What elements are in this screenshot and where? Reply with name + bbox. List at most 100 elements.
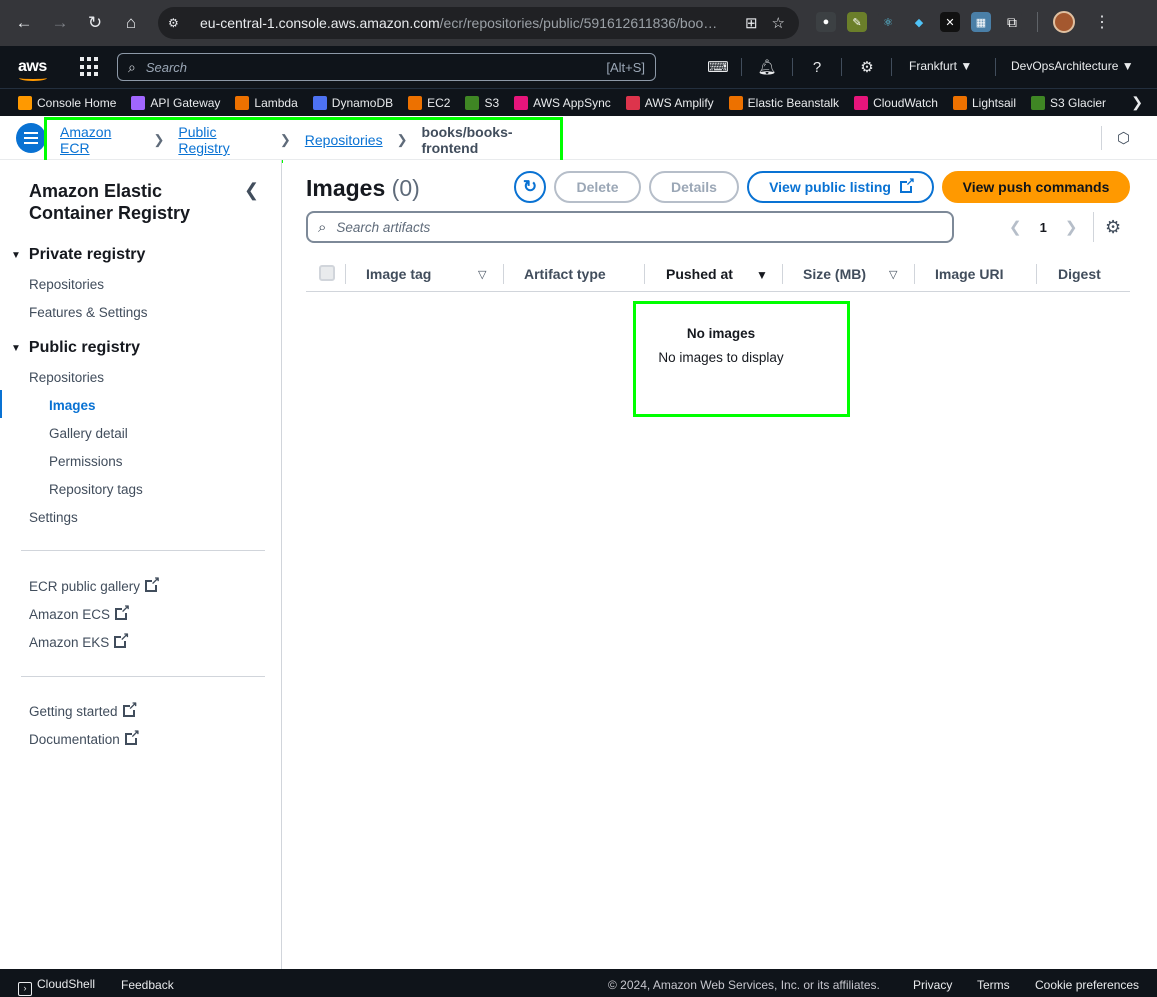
service-icon	[514, 95, 529, 110]
column-header-digest[interactable]: Digest	[1058, 266, 1101, 282]
extension-icon[interactable]: ✕	[940, 12, 960, 32]
sort-icon[interactable]: ▽	[478, 268, 486, 281]
favorite-lambda[interactable]: Lambda	[235, 95, 298, 110]
sidenav-title[interactable]: Amazon Elastic Container Registry	[29, 180, 229, 224]
bookmark-star-icon[interactable]: ☆	[772, 14, 785, 32]
browser-menu-icon[interactable]: ⋮	[1094, 12, 1110, 32]
tools-panel-icon[interactable]: ⬡	[1101, 126, 1145, 150]
sort-descending-icon[interactable]: ▼	[756, 268, 768, 282]
cloudshell-button[interactable]: › CloudShell	[18, 977, 95, 996]
favorite-api-gateway[interactable]: API Gateway	[131, 95, 220, 110]
next-page-icon[interactable]: ❯	[1065, 218, 1078, 236]
extension-icon[interactable]: ✎	[847, 12, 867, 32]
sidebar-item-repository-tags[interactable]: Repository tags	[49, 482, 143, 497]
search-icon: ⌕	[128, 58, 136, 75]
sidebar-item-gallery-detail[interactable]: Gallery detail	[49, 426, 128, 441]
favorite-cloudwatch[interactable]: CloudWatch	[854, 95, 938, 110]
favorite-label: Elastic Beanstalk	[747, 95, 840, 110]
sidebar-link-ecr-public-gallery[interactable]: ECR public gallery	[29, 574, 160, 594]
profile-avatar[interactable]	[1053, 11, 1075, 33]
address-bar[interactable]: ⚙ eu-central-1.console.aws.amazon.com/ec…	[158, 7, 799, 39]
favorite-s3[interactable]: S3	[465, 95, 499, 110]
settings-gear-icon[interactable]: ⚙	[856, 57, 878, 77]
favorite-ec2[interactable]: EC2	[408, 95, 451, 110]
cloudshell-icon[interactable]: ⌨	[707, 57, 729, 77]
extension-icon[interactable]: ●	[816, 12, 836, 32]
view-push-commands-button[interactable]: View push commands	[942, 171, 1130, 203]
refresh-button[interactable]: ↻	[514, 171, 546, 203]
favorite-label: EC2	[427, 95, 451, 110]
global-search-input[interactable]: ⌕ Search [Alt+S]	[117, 53, 656, 81]
view-public-listing-button[interactable]: View public listing	[747, 171, 934, 203]
reload-icon[interactable]: ↻	[81, 9, 109, 37]
current-page[interactable]: 1	[1040, 220, 1047, 235]
column-header-size[interactable]: Size (MB)	[803, 266, 866, 282]
sidebar-item-features-settings[interactable]: Features & Settings	[29, 305, 148, 320]
favorite-dynamodb[interactable]: DynamoDB	[312, 95, 393, 110]
column-header-pushed-at[interactable]: Pushed at	[666, 266, 733, 282]
react-devtools-icon[interactable]: ⚛	[878, 12, 898, 32]
url-text[interactable]: eu-central-1.console.aws.amazon.com/ecr/…	[200, 15, 720, 31]
sort-icon[interactable]: ▽	[889, 268, 897, 281]
favorite-label: AWS AppSync	[533, 95, 611, 110]
section-private-registry[interactable]: ▼ Private registry	[11, 246, 145, 264]
favorite-s3-glacier[interactable]: S3 Glacier	[1031, 95, 1106, 110]
select-all-checkbox[interactable]	[319, 265, 335, 281]
search-artifacts-input[interactable]: ⌕ Search artifacts	[306, 211, 954, 243]
column-header-image-uri[interactable]: Image URI	[935, 266, 1003, 282]
search-icon: ⌕	[318, 218, 327, 236]
previous-page-icon[interactable]: ❮	[1009, 218, 1022, 236]
sidebar-link-getting-started[interactable]: Getting started	[29, 699, 138, 719]
breadcrumb-amazon-ecr[interactable]: Amazon ECR	[60, 124, 139, 156]
sidebar-link-amazon-ecs[interactable]: Amazon ECS	[29, 602, 130, 622]
home-icon[interactable]: ⌂	[117, 9, 145, 37]
column-header-artifact-type[interactable]: Artifact type	[524, 266, 606, 282]
services-menu-icon[interactable]	[80, 57, 100, 77]
close-sidenav-icon[interactable]: ❮	[244, 180, 259, 201]
favorite-elastic-beanstalk[interactable]: Elastic Beanstalk	[728, 95, 840, 110]
external-link-icon	[145, 574, 160, 592]
copyright-text: © 2024, Amazon Web Services, Inc. or its…	[608, 978, 880, 992]
feedback-link[interactable]: Feedback	[121, 978, 174, 992]
favorite-aws-appsync[interactable]: AWS AppSync	[514, 95, 611, 110]
sidebar-item-permissions[interactable]: Permissions	[49, 454, 123, 469]
breadcrumb-public-registry[interactable]: Public Registry	[178, 124, 266, 156]
section-public-registry[interactable]: ▼ Public registry	[11, 339, 140, 357]
sidebar-item-images[interactable]: Images	[49, 398, 96, 413]
favorites-overflow-icon[interactable]: ❯	[1131, 94, 1143, 111]
site-info-icon[interactable]: ⚙	[168, 16, 188, 30]
service-icon	[18, 95, 32, 110]
account-menu[interactable]: DevOpsArchitecture ▼	[1011, 59, 1134, 73]
favorite-aws-amplify[interactable]: AWS Amplify	[625, 95, 714, 110]
aws-logo[interactable]: aws	[18, 58, 50, 81]
table-preferences-gear-icon[interactable]: ⚙	[1105, 217, 1121, 238]
favorite-console-home[interactable]: Console Home	[18, 95, 116, 110]
column-header-image-tag[interactable]: Image tag	[366, 266, 431, 282]
extension-icon[interactable]: ▦	[971, 12, 991, 32]
external-link-icon	[124, 727, 140, 745]
favorite-lightsail[interactable]: Lightsail	[952, 95, 1016, 110]
extension-icon[interactable]: ◆	[909, 12, 929, 32]
service-icon	[952, 95, 967, 110]
image-count: (0)	[391, 175, 420, 201]
sidebar-link-documentation[interactable]: Documentation	[29, 727, 140, 747]
details-button[interactable]: Details	[649, 171, 739, 203]
sidebar-item-settings[interactable]: Settings	[29, 510, 78, 525]
delete-button[interactable]: Delete	[554, 171, 641, 203]
sidebar-item-public-repositories[interactable]: Repositories	[29, 370, 104, 385]
region-selector[interactable]: Frankfurt ▼	[909, 59, 972, 73]
privacy-link[interactable]: Privacy	[913, 978, 952, 992]
extensions-puzzle-icon[interactable]: ⧉	[1002, 12, 1022, 32]
terms-link[interactable]: Terms	[977, 978, 1010, 992]
notifications-bell-icon[interactable]: 🔔︎	[756, 57, 778, 77]
forward-icon[interactable]: →	[46, 9, 74, 37]
sidebar-link-amazon-eks[interactable]: Amazon EKS	[29, 630, 129, 650]
translate-icon[interactable]: ⊞	[745, 14, 758, 32]
favorite-label: AWS Amplify	[644, 95, 714, 110]
side-nav-toggle[interactable]	[16, 123, 46, 153]
breadcrumb-repositories[interactable]: Repositories	[305, 132, 383, 148]
help-icon[interactable]: ?	[806, 57, 828, 77]
sidebar-item-private-repositories[interactable]: Repositories	[29, 277, 104, 292]
back-icon[interactable]: ←	[10, 9, 38, 37]
cookie-preferences-link[interactable]: Cookie preferences	[1035, 978, 1139, 992]
